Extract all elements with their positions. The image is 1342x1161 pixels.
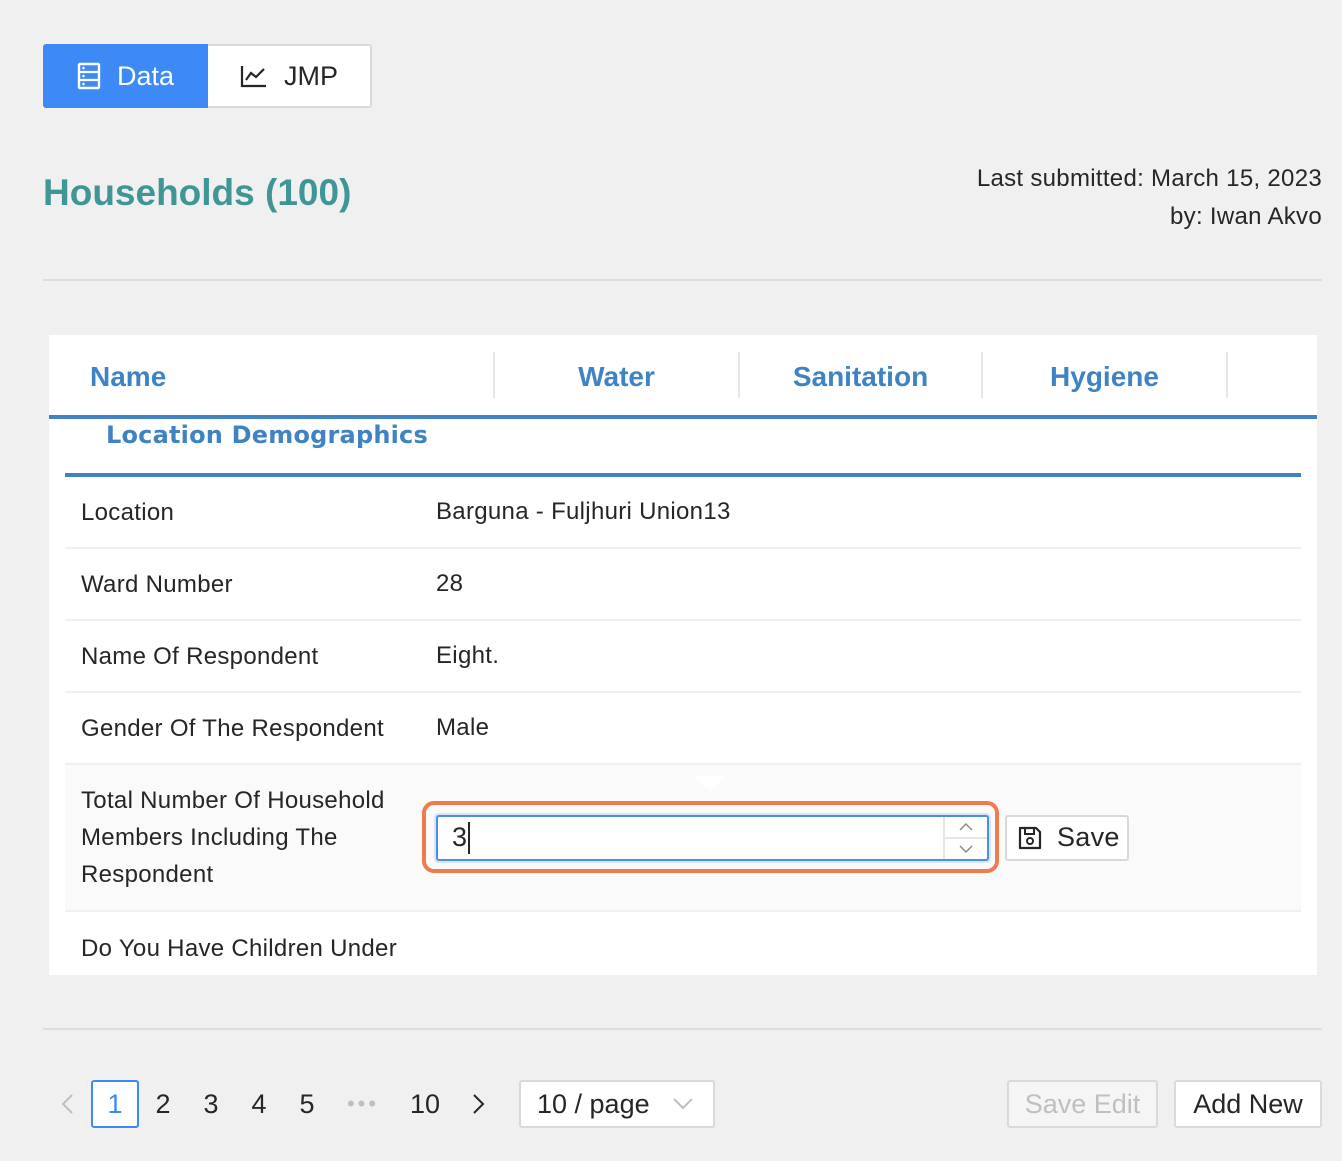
section-header: Location Demographics — [65, 419, 1301, 477]
table-row: Do You Have Children Under — [65, 912, 1301, 975]
household-members-input[interactable]: 3 — [436, 814, 989, 861]
chevron-right-icon — [473, 1094, 485, 1114]
chevron-down-icon — [673, 1098, 693, 1110]
page-1[interactable]: 1 — [91, 1080, 139, 1128]
tab-water[interactable]: Water — [495, 335, 738, 419]
tooltip-arrow — [694, 775, 726, 792]
tab-name[interactable]: Name — [49, 335, 493, 419]
row-value: 28 — [436, 570, 464, 597]
tab-divider — [1226, 352, 1228, 398]
table-row: Location Barguna - Fuljhuri Union13 — [65, 477, 1301, 549]
save-button[interactable]: Save — [1005, 814, 1129, 861]
page-title: Households (100) — [43, 172, 352, 213]
number-stepper — [943, 816, 987, 859]
row-label: Total Number Of Household Members Includ… — [81, 787, 385, 888]
row-label: Location — [81, 498, 175, 526]
tab-hygiene[interactable]: Hygiene — [983, 335, 1226, 419]
row-value: Eight. — [436, 642, 500, 669]
row-label: Ward Number — [81, 570, 233, 598]
chevron-left-icon — [61, 1094, 73, 1114]
row-label: Name Of Respondent — [81, 642, 319, 670]
row-value: Barguna - Fuljhuri Union13 — [436, 498, 731, 525]
page-ellipsis[interactable]: ••• — [331, 1080, 395, 1128]
jmp-view-button[interactable]: JMP — [208, 44, 373, 108]
row-label: Gender Of The Respondent — [81, 714, 384, 742]
chevron-down-icon[interactable] — [945, 839, 987, 859]
table-row: Ward Number 28 — [65, 549, 1301, 621]
header-divider — [43, 279, 1322, 281]
page-5[interactable]: 5 — [283, 1080, 331, 1128]
row-value: Male — [436, 714, 490, 741]
page-size-value: 10 / page — [537, 1088, 650, 1119]
add-new-button[interactable]: Add New — [1174, 1080, 1322, 1128]
table-row: Name Of Respondent Eight. — [65, 621, 1301, 693]
jmp-view-label: JMP — [284, 60, 339, 91]
row-label: Do You Have Children Under — [81, 935, 397, 962]
input-text[interactable]: 3 — [438, 821, 943, 854]
page-size-select[interactable]: 10 / page — [519, 1080, 715, 1128]
edit-control: 3 Save — [422, 775, 1301, 873]
data-view-label: Data — [117, 60, 175, 91]
line-chart-icon — [240, 66, 267, 88]
chevron-up-icon[interactable] — [945, 817, 987, 839]
category-tabs: Name Water Sanitation Hygiene — [49, 335, 1317, 419]
pagination: 1 2 3 4 5 ••• 10 10 / page — [43, 1080, 715, 1128]
input-value: 3 — [452, 822, 468, 852]
next-page-button[interactable] — [455, 1080, 503, 1128]
view-toggle: Data JMP — [43, 44, 373, 108]
table-row: Gender Of The Respondent Male — [65, 693, 1301, 765]
detail-card: Name Water Sanitation Hygiene Location D… — [49, 335, 1317, 975]
detail-rows: Location Barguna - Fuljhuri Union13 Ward… — [65, 477, 1301, 975]
tab-sanitation[interactable]: Sanitation — [740, 335, 981, 419]
page-4[interactable]: 4 — [235, 1080, 283, 1128]
save-icon — [1018, 826, 1042, 849]
database-icon — [77, 62, 101, 90]
footer-divider — [43, 1028, 1322, 1030]
prev-page-button[interactable] — [43, 1080, 91, 1128]
table-row-editing: Total Number Of Household Members Includ… — [65, 765, 1301, 912]
row-value: 3 Save — [422, 775, 1301, 873]
page-3[interactable]: 3 — [187, 1080, 235, 1128]
submission-info: Last submitted: March 15, 2023 by: Iwan … — [977, 160, 1322, 236]
page-10[interactable]: 10 — [395, 1080, 455, 1128]
text-caret — [468, 821, 471, 854]
section-title: Location Demographics — [106, 421, 428, 449]
last-submitted-text: Last submitted: March 15, 2023 — [976, 165, 1322, 192]
save-label: Save — [1057, 822, 1120, 852]
page-2[interactable]: 2 — [139, 1080, 187, 1128]
submitted-by-text: by: Iwan Akvo — [1170, 203, 1322, 230]
data-view-button[interactable]: Data — [43, 44, 209, 108]
save-edit-button[interactable]: Save Edit — [1007, 1080, 1158, 1128]
